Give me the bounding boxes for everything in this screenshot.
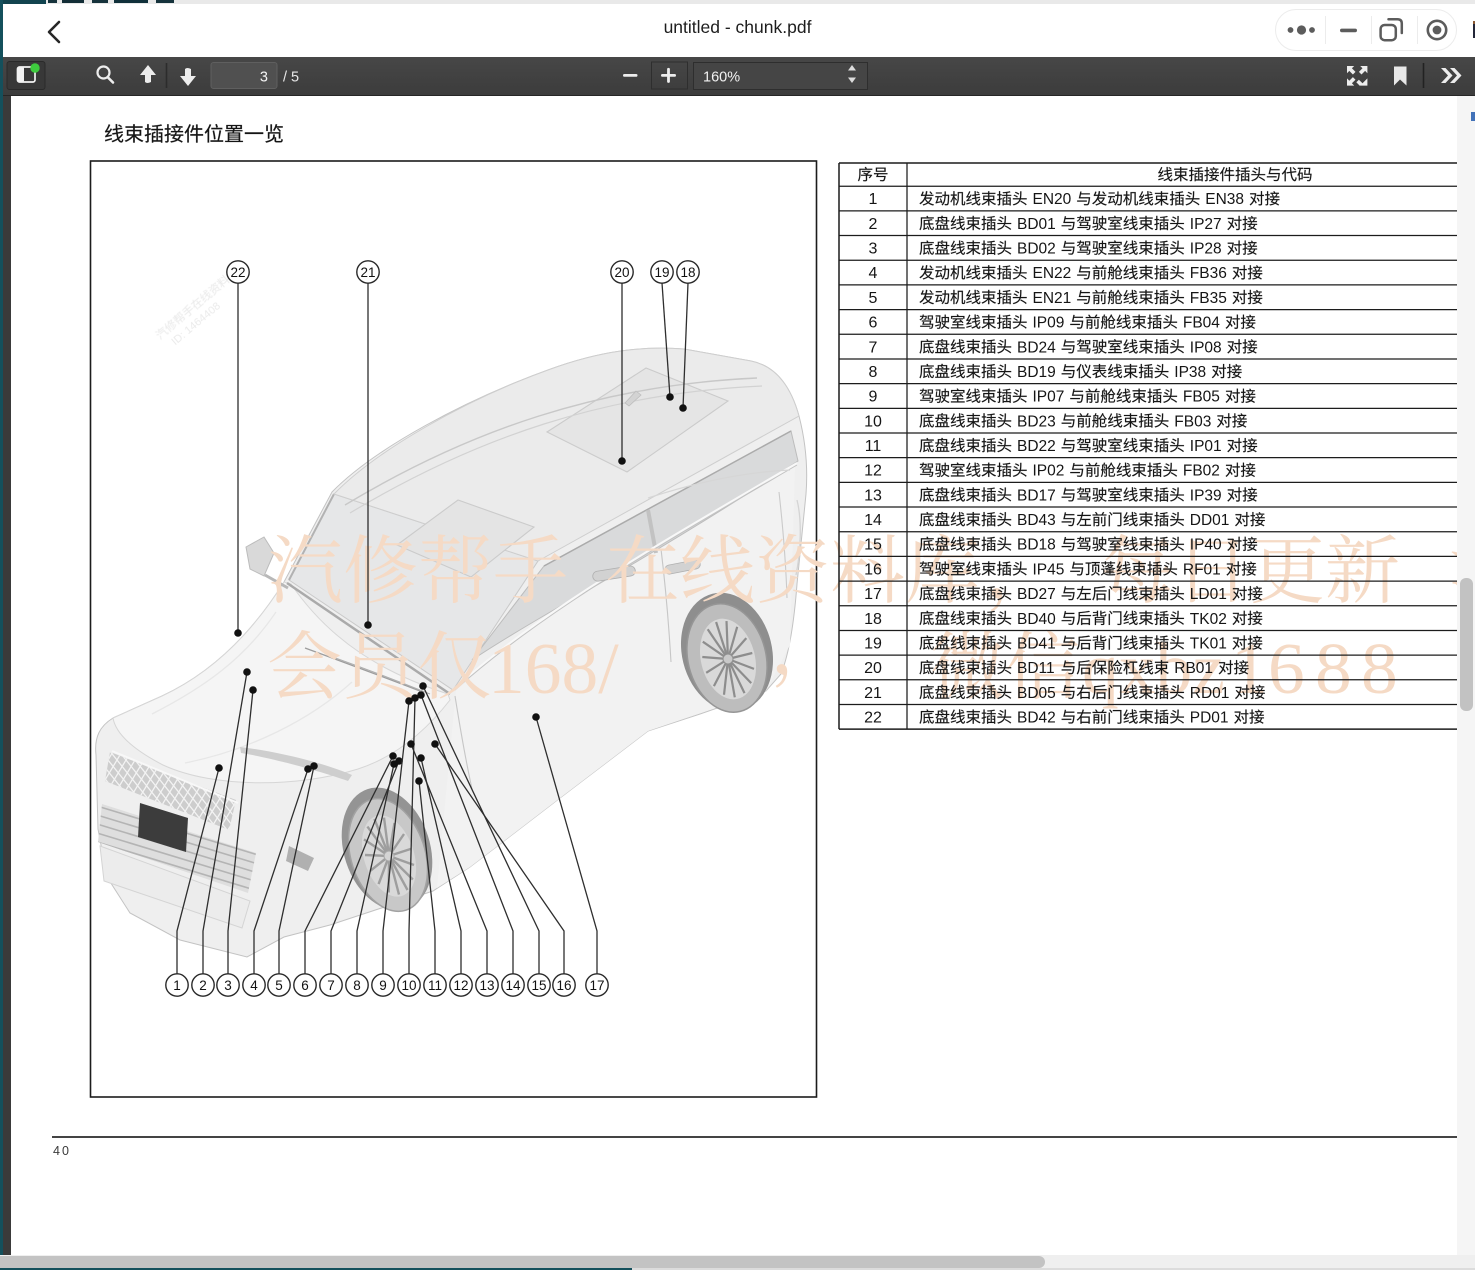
svg-text:IP09: IP09	[1033, 315, 1065, 332]
svg-text:12: 12	[453, 978, 468, 993]
svg-text:16: 16	[556, 978, 571, 993]
svg-text:15: 15	[864, 537, 882, 554]
svg-text:2: 2	[869, 216, 878, 233]
svg-text:21: 21	[864, 685, 882, 702]
svg-text:10: 10	[401, 978, 416, 993]
svg-text:IP39: IP39	[1190, 487, 1222, 504]
svg-text:FB02: FB02	[1183, 463, 1220, 480]
svg-text:BD02: BD02	[1017, 241, 1056, 258]
svg-text:BD24: BD24	[1017, 339, 1056, 356]
svg-text:RF01: RF01	[1183, 561, 1221, 578]
svg-text:8: 8	[353, 978, 361, 993]
svg-text:RD01: RD01	[1190, 685, 1230, 702]
svg-text:13: 13	[479, 978, 494, 993]
svg-text:BD43: BD43	[1017, 512, 1056, 529]
svg-text:168/: 168/	[488, 628, 619, 709]
svg-text:4: 4	[869, 265, 878, 282]
svg-text:8: 8	[1315, 628, 1352, 709]
svg-text:BD05: BD05	[1017, 685, 1056, 702]
svg-text:EN20: EN20	[1033, 191, 1072, 208]
svg-text:LD01: LD01	[1190, 586, 1227, 603]
svg-text:20: 20	[614, 265, 629, 280]
svg-text:21: 21	[360, 265, 375, 280]
svg-text:IP02: IP02	[1033, 463, 1065, 480]
svg-text:PD01: PD01	[1190, 709, 1229, 726]
svg-text:TK02: TK02	[1190, 611, 1227, 628]
svg-text:17: 17	[589, 978, 604, 993]
svg-text:FB05: FB05	[1183, 389, 1220, 406]
svg-text:8: 8	[1361, 628, 1398, 709]
svg-text:8: 8	[869, 364, 878, 381]
svg-text:IP08: IP08	[1190, 339, 1222, 356]
svg-text:6: 6	[301, 978, 309, 993]
svg-text:FB35: FB35	[1190, 290, 1227, 307]
svg-text:10: 10	[864, 413, 882, 430]
svg-text:16: 16	[864, 561, 882, 578]
svg-text:IP01: IP01	[1190, 438, 1222, 455]
svg-text:18: 18	[864, 611, 882, 628]
svg-text:RB01: RB01	[1174, 660, 1213, 677]
svg-text:19: 19	[654, 265, 669, 280]
svg-text:3: 3	[224, 978, 232, 993]
svg-text:20: 20	[864, 660, 882, 677]
svg-text:13: 13	[864, 487, 882, 504]
svg-text:EN38: EN38	[1205, 191, 1244, 208]
svg-text:IP27: IP27	[1190, 216, 1222, 233]
svg-text:BD42: BD42	[1017, 709, 1056, 726]
svg-text:2: 2	[199, 978, 207, 993]
svg-text:FB03: FB03	[1174, 413, 1211, 430]
svg-text:DD01: DD01	[1190, 512, 1230, 529]
svg-text:BD41: BD41	[1017, 635, 1056, 652]
svg-text:9: 9	[869, 389, 878, 406]
svg-text:BD22: BD22	[1017, 438, 1056, 455]
svg-text:5: 5	[869, 290, 878, 307]
svg-text:IP38: IP38	[1174, 364, 1206, 381]
svg-text:BD19: BD19	[1017, 364, 1056, 381]
svg-text:6: 6	[869, 315, 878, 332]
svg-text:BD18: BD18	[1017, 537, 1056, 554]
svg-text:4: 4	[250, 978, 258, 993]
svg-text:IP07: IP07	[1033, 389, 1065, 406]
svg-text:BD40: BD40	[1017, 611, 1056, 628]
svg-text:TK01: TK01	[1190, 635, 1227, 652]
svg-text:15: 15	[531, 978, 546, 993]
svg-text:1: 1	[173, 978, 181, 993]
svg-text:EN22: EN22	[1033, 265, 1072, 282]
svg-text:BD01: BD01	[1017, 216, 1056, 233]
svg-text:3: 3	[869, 241, 878, 258]
svg-text:22: 22	[230, 265, 245, 280]
svg-text:BD27: BD27	[1017, 586, 1056, 603]
svg-text:11: 11	[428, 978, 442, 993]
svg-text:BD17: BD17	[1017, 487, 1056, 504]
svg-text:40: 40	[53, 1144, 71, 1158]
svg-text:12: 12	[864, 463, 882, 480]
svg-text:22: 22	[864, 709, 882, 726]
svg-text:BD11: BD11	[1017, 660, 1055, 677]
svg-text:7: 7	[869, 339, 878, 356]
svg-text:11: 11	[865, 438, 882, 455]
svg-text:IP45: IP45	[1033, 561, 1065, 578]
svg-text:FB36: FB36	[1190, 265, 1227, 282]
svg-text:19: 19	[864, 635, 882, 652]
svg-text:14: 14	[864, 512, 882, 529]
svg-text:IP40: IP40	[1190, 537, 1222, 554]
svg-text:17: 17	[864, 586, 882, 603]
svg-text:IP28: IP28	[1190, 241, 1222, 258]
svg-text:5: 5	[275, 978, 283, 993]
svg-text:6: 6	[1268, 628, 1305, 709]
svg-text:FB04: FB04	[1183, 315, 1220, 332]
svg-text:1: 1	[869, 191, 878, 208]
svg-text:18: 18	[680, 265, 695, 280]
svg-text:BD23: BD23	[1017, 413, 1056, 430]
svg-text:7: 7	[327, 978, 335, 993]
svg-text:14: 14	[505, 978, 521, 993]
svg-text:9: 9	[379, 978, 387, 993]
svg-text:EN21: EN21	[1033, 290, 1072, 307]
